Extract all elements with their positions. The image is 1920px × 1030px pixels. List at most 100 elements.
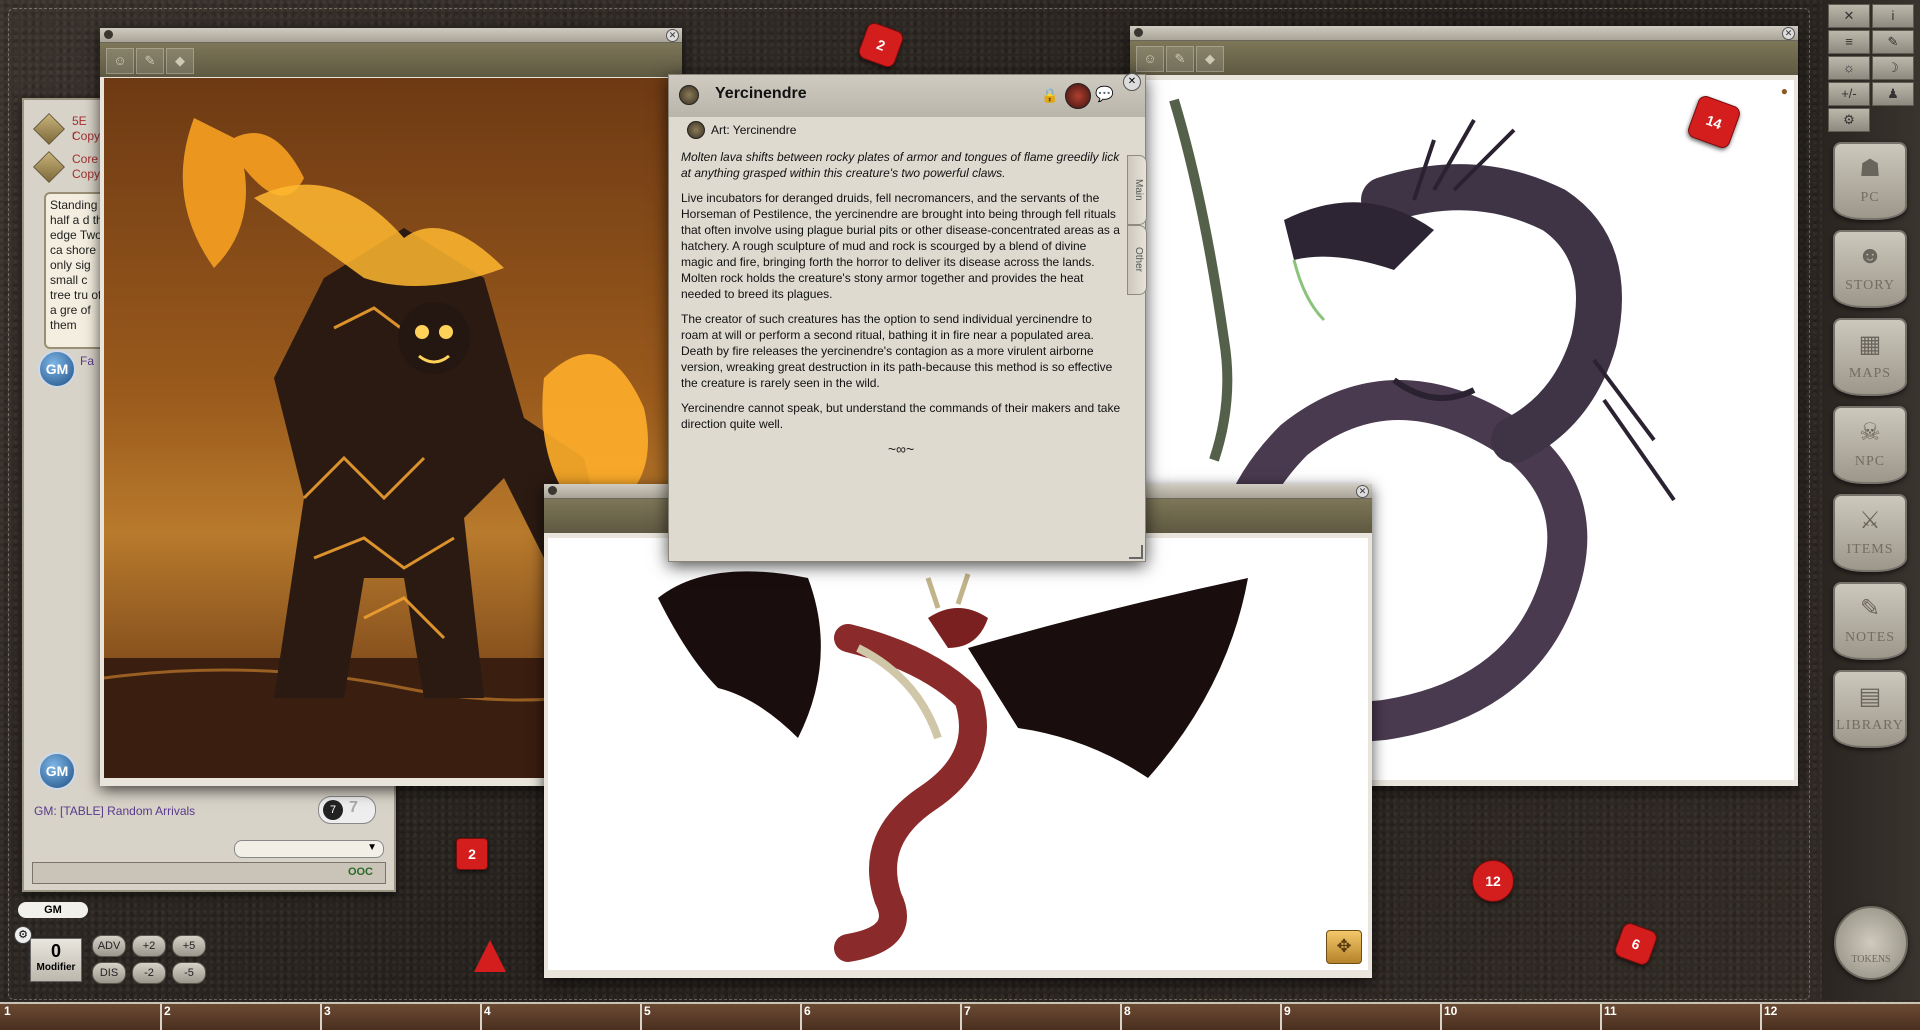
hotbar-slot[interactable]: 5: [640, 1004, 802, 1030]
description-paragraph-1: Live incubators for deranged druids, fel…: [681, 191, 1120, 301]
hotbar-slot-number: 4: [484, 1004, 491, 1018]
die-d12[interactable]: 12: [1472, 860, 1514, 902]
tab-main[interactable]: Main: [1127, 155, 1147, 225]
art-link[interactable]: Art: Yercinendre: [711, 123, 796, 137]
identity-label[interactable]: GM: [18, 902, 88, 918]
die-d6[interactable]: 2: [456, 838, 488, 870]
hotbar-slot-number: 8: [1124, 1004, 1131, 1018]
art-link-icon[interactable]: [687, 121, 705, 139]
chat-input[interactable]: OOC: [32, 862, 386, 884]
roll-total: 7: [349, 799, 358, 816]
hotbar-slot[interactable]: 12: [1760, 1004, 1916, 1030]
record-description: Molten lava shifts between rocky plates …: [681, 149, 1121, 457]
minus-two-button[interactable]: -2: [132, 962, 166, 984]
sidebar-button-pc[interactable]: ☗ PC: [1833, 142, 1907, 220]
combat-tool-icon[interactable]: ✕: [1828, 4, 1870, 28]
mask-tool-icon[interactable]: ☺: [106, 48, 134, 74]
advantage-button[interactable]: ADV: [92, 935, 126, 957]
link-icon[interactable]: [679, 85, 699, 105]
roll-result: 7 7: [318, 796, 376, 824]
sidebar-button-label: PC: [1860, 190, 1880, 205]
hotbar-slot[interactable]: 4: [480, 1004, 642, 1030]
plus-five-button[interactable]: +5: [172, 935, 206, 957]
chat-entry-core[interactable]: Core Copy: [32, 150, 100, 186]
hotbar-slot-number: 11: [1604, 1004, 1617, 1018]
draw-tool-icon[interactable]: ✎: [1166, 46, 1194, 72]
speech-bubble-icon[interactable]: 💬: [1095, 85, 1114, 103]
chat-mode-select[interactable]: ▼: [234, 840, 384, 858]
maps-icon: ▦: [1858, 331, 1882, 358]
close-button[interactable]: ✕: [666, 29, 679, 42]
modifier-tool-icon[interactable]: +/-: [1828, 82, 1870, 106]
chat-entry-title: Core: [72, 152, 99, 166]
hotbar-slot-number: 5: [644, 1004, 651, 1018]
close-button[interactable]: ✕: [1123, 73, 1141, 91]
die-d20[interactable]: 2: [856, 20, 906, 70]
token-icon[interactable]: [1065, 83, 1091, 109]
die-d10[interactable]: 6: [1612, 920, 1660, 968]
hotbar-slot[interactable]: 8: [1120, 1004, 1282, 1030]
gm-avatar: GM: [38, 350, 76, 388]
hotbar-slot[interactable]: 7: [960, 1004, 1122, 1030]
sidebar-button-label: NOTES: [1844, 630, 1896, 645]
die-d4[interactable]: [474, 940, 506, 972]
draw-tool-icon[interactable]: ✎: [136, 48, 164, 74]
chat-entry-subtitle: Copy: [72, 129, 101, 143]
modifier-value: 0: [50, 941, 61, 961]
resize-handle-icon[interactable]: ✥: [1326, 930, 1362, 964]
hotbar-slot-number: 1: [4, 1004, 11, 1018]
chevron-down-icon: ▼: [367, 842, 377, 853]
gm-avatar-2: GM: [38, 752, 76, 790]
info-tool-icon[interactable]: i: [1872, 4, 1914, 28]
plus-two-button[interactable]: +2: [132, 935, 166, 957]
record-title[interactable]: Yercinendre: [715, 85, 807, 103]
hotbar-slot[interactable]: 1: [0, 1004, 162, 1030]
hotbar-slot[interactable]: 10: [1440, 1004, 1602, 1030]
red-dragon-artwork: [548, 538, 1368, 970]
hotbar-slot[interactable]: 2: [160, 1004, 322, 1030]
hotbar: 1 2 3 4 5 6 7 8 9 10 11 12: [0, 1002, 1920, 1030]
divider-flourish: ~∞~: [887, 441, 915, 457]
party-tool-icon[interactable]: ♟: [1872, 82, 1914, 106]
resize-grip-icon[interactable]: [1129, 545, 1143, 559]
erase-tool-icon[interactable]: ◆: [166, 48, 194, 74]
sidebar-button-items[interactable]: ⚔ ITEMS: [1833, 494, 1907, 572]
sidebar-button-label: MAPS: [1848, 366, 1892, 381]
hotbar-slot-number: 2: [164, 1004, 171, 1018]
erase-tool-icon[interactable]: ◆: [1196, 46, 1224, 72]
sidebar-button-library[interactable]: ▤ LIBRARY: [1833, 670, 1907, 748]
tokens-button[interactable]: TOKENS: [1834, 906, 1908, 980]
hotbar-slot[interactable]: 9: [1280, 1004, 1442, 1030]
notes-tool-icon[interactable]: ✎: [1872, 30, 1914, 54]
disadvantage-button[interactable]: DIS: [92, 962, 126, 984]
items-icon: ⚔: [1859, 507, 1881, 534]
hotbar-slot-number: 12: [1764, 1004, 1778, 1018]
hotbar-slot-number: 3: [324, 1004, 331, 1018]
close-button[interactable]: ✕: [1356, 485, 1369, 498]
hotbar-slot[interactable]: 6: [800, 1004, 962, 1030]
module-icon: [33, 151, 65, 183]
close-button[interactable]: ✕: [1782, 27, 1795, 40]
hotbar-slot-number: 9: [1284, 1004, 1291, 1018]
night-tool-icon[interactable]: ☽: [1872, 56, 1914, 80]
sidebar-button-maps[interactable]: ▦ MAPS: [1833, 318, 1907, 396]
pin-icon[interactable]: ●: [1781, 84, 1788, 98]
options-gear-icon[interactable]: ⚙: [1828, 108, 1870, 132]
tab-other[interactable]: Other: [1127, 225, 1147, 295]
sidebar-button-notes[interactable]: ✎ NOTES: [1833, 582, 1907, 660]
light-tool-icon[interactable]: ☼: [1828, 56, 1870, 80]
ooc-button[interactable]: OOC: [348, 866, 373, 878]
modifier-box[interactable]: 0 Modifier: [30, 938, 82, 982]
hotbar-slot[interactable]: 3: [320, 1004, 482, 1030]
chat-entry-module[interactable]: 5E r Copy: [32, 112, 100, 148]
pc-icon: ☗: [1859, 155, 1881, 182]
mask-tool-icon[interactable]: ☺: [1136, 46, 1164, 72]
sidebar-button-label: NPC: [1854, 454, 1886, 469]
sidebar-button-npc[interactable]: ☠ NPC: [1833, 406, 1907, 484]
hotbar-slot[interactable]: 11: [1600, 1004, 1762, 1030]
lock-icon[interactable]: 🔒: [1041, 87, 1058, 104]
list-tool-icon[interactable]: ≡: [1828, 30, 1870, 54]
npc-icon: ☠: [1859, 419, 1881, 446]
minus-five-button[interactable]: -5: [172, 962, 206, 984]
sidebar-button-story[interactable]: ☻ STORY: [1833, 230, 1907, 308]
